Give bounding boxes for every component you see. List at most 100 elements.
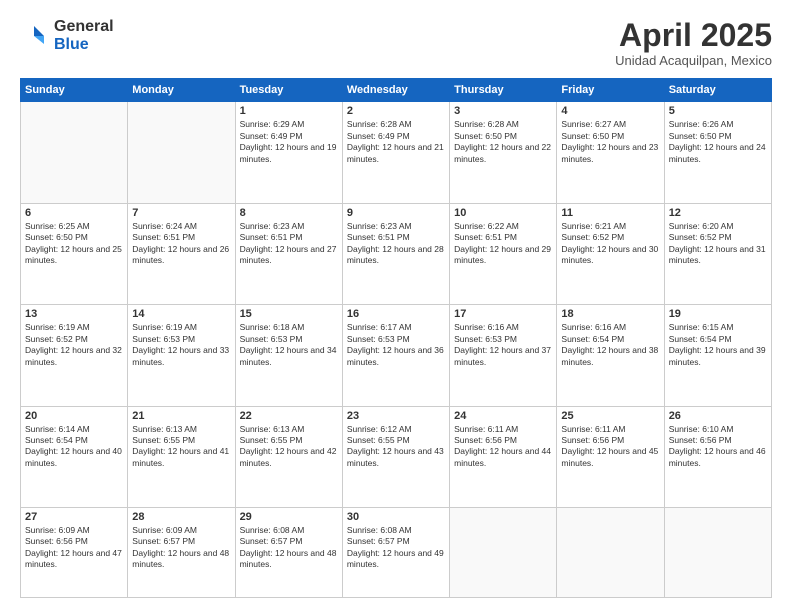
calendar-cell: 12 Sunrise: 6:20 AMSunset: 6:52 PMDayligh… [664, 203, 771, 304]
day-info: Sunrise: 6:22 AMSunset: 6:51 PMDaylight:… [454, 221, 552, 267]
calendar-cell: 16 Sunrise: 6:17 AMSunset: 6:53 PMDayligh… [342, 305, 449, 406]
day-info: Sunrise: 6:13 AMSunset: 6:55 PMDaylight:… [240, 424, 338, 470]
weekday-header: Saturday [664, 79, 771, 102]
logo-blue: Blue [54, 36, 114, 54]
day-info: Sunrise: 6:10 AMSunset: 6:56 PMDaylight:… [669, 424, 767, 470]
day-info: Sunrise: 6:11 AMSunset: 6:56 PMDaylight:… [454, 424, 552, 470]
day-info: Sunrise: 6:18 AMSunset: 6:53 PMDaylight:… [240, 322, 338, 368]
calendar-cell: 17 Sunrise: 6:16 AMSunset: 6:53 PMDayligh… [450, 305, 557, 406]
day-number: 9 [347, 207, 445, 219]
day-info: Sunrise: 6:08 AMSunset: 6:57 PMDaylight:… [347, 525, 445, 571]
day-number: 5 [669, 105, 767, 117]
day-number: 12 [669, 207, 767, 219]
calendar-cell: 25 Sunrise: 6:11 AMSunset: 6:56 PMDayligh… [557, 406, 664, 507]
page: General Blue April 2025 Unidad Acaquilpa… [0, 0, 792, 612]
day-number: 23 [347, 410, 445, 422]
calendar-cell: 2 Sunrise: 6:28 AMSunset: 6:49 PMDaylight… [342, 102, 449, 203]
day-number: 11 [561, 207, 659, 219]
header: General Blue April 2025 Unidad Acaquilpa… [20, 18, 772, 68]
calendar-cell: 6 Sunrise: 6:25 AMSunset: 6:50 PMDaylight… [21, 203, 128, 304]
main-title: April 2025 [615, 18, 772, 53]
day-info: Sunrise: 6:27 AMSunset: 6:50 PMDaylight:… [561, 119, 659, 165]
subtitle: Unidad Acaquilpan, Mexico [615, 53, 772, 68]
calendar-cell: 7Sunrise: 6:24 AMSunset: 6:51 PMDaylight… [128, 203, 235, 304]
logo-general: General [54, 18, 114, 36]
day-number: 3 [454, 105, 552, 117]
calendar-cell [664, 508, 771, 598]
day-number: 29 [240, 511, 338, 523]
calendar-cell: 4Sunrise: 6:27 AMSunset: 6:50 PMDaylight… [557, 102, 664, 203]
day-info: Sunrise: 6:28 AMSunset: 6:49 PMDaylight:… [347, 119, 445, 165]
calendar-cell: 20 Sunrise: 6:14 AMSunset: 6:54 PMDayligh… [21, 406, 128, 507]
calendar-week-row: 13Sunrise: 6:19 AMSunset: 6:52 PMDayligh… [21, 305, 772, 406]
calendar-cell: 26 Sunrise: 6:10 AMSunset: 6:56 PMDayligh… [664, 406, 771, 507]
day-number: 24 [454, 410, 552, 422]
calendar-week-row: 6 Sunrise: 6:25 AMSunset: 6:50 PMDaylight… [21, 203, 772, 304]
calendar-cell: 27Sunrise: 6:09 AMSunset: 6:56 PMDayligh… [21, 508, 128, 598]
day-info: Sunrise: 6:11 AMSunset: 6:56 PMDaylight:… [561, 424, 659, 470]
day-info: Sunrise: 6:15 AMSunset: 6:54 PMDaylight:… [669, 322, 767, 368]
day-info: Sunrise: 6:25 AMSunset: 6:50 PMDaylight:… [25, 221, 123, 267]
day-number: 2 [347, 105, 445, 117]
day-number: 22 [240, 410, 338, 422]
day-info: Sunrise: 6:29 AMSunset: 6:49 PMDaylight:… [240, 119, 338, 165]
weekday-header: Tuesday [235, 79, 342, 102]
weekday-header: Thursday [450, 79, 557, 102]
day-info: Sunrise: 6:23 AMSunset: 6:51 PMDaylight:… [347, 221, 445, 267]
day-number: 28 [132, 511, 230, 523]
day-number: 20 [25, 410, 123, 422]
day-info: Sunrise: 6:14 AMSunset: 6:54 PMDaylight:… [25, 424, 123, 470]
day-number: 1 [240, 105, 338, 117]
calendar-cell: 3Sunrise: 6:28 AMSunset: 6:50 PMDaylight… [450, 102, 557, 203]
calendar-cell: 21 Sunrise: 6:13 AMSunset: 6:55 PMDayligh… [128, 406, 235, 507]
weekday-header: Friday [557, 79, 664, 102]
calendar-cell [557, 508, 664, 598]
day-number: 14 [132, 308, 230, 320]
calendar-cell: 14Sunrise: 6:19 AMSunset: 6:53 PMDayligh… [128, 305, 235, 406]
day-info: Sunrise: 6:17 AMSunset: 6:53 PMDaylight:… [347, 322, 445, 368]
day-number: 21 [132, 410, 230, 422]
calendar-cell: 1 Sunrise: 6:29 AMSunset: 6:49 PMDaylight… [235, 102, 342, 203]
day-info: Sunrise: 6:16 AMSunset: 6:54 PMDaylight:… [561, 322, 659, 368]
day-info: Sunrise: 6:09 AMSunset: 6:56 PMDaylight:… [25, 525, 123, 571]
day-number: 6 [25, 207, 123, 219]
weekday-header: Monday [128, 79, 235, 102]
weekday-header: Wednesday [342, 79, 449, 102]
day-number: 30 [347, 511, 445, 523]
calendar-cell [21, 102, 128, 203]
calendar-week-row: 1 Sunrise: 6:29 AMSunset: 6:49 PMDaylight… [21, 102, 772, 203]
calendar-cell: 30 Sunrise: 6:08 AMSunset: 6:57 PMDayligh… [342, 508, 449, 598]
day-info: Sunrise: 6:21 AMSunset: 6:52 PMDaylight:… [561, 221, 659, 267]
logo-icon [20, 22, 48, 50]
calendar-cell: 18 Sunrise: 6:16 AMSunset: 6:54 PMDayligh… [557, 305, 664, 406]
calendar-cell: 9 Sunrise: 6:23 AMSunset: 6:51 PMDaylight… [342, 203, 449, 304]
calendar-cell: 23Sunrise: 6:12 AMSunset: 6:55 PMDayligh… [342, 406, 449, 507]
calendar-cell: 10 Sunrise: 6:22 AMSunset: 6:51 PMDayligh… [450, 203, 557, 304]
day-number: 26 [669, 410, 767, 422]
day-info: Sunrise: 6:20 AMSunset: 6:52 PMDaylight:… [669, 221, 767, 267]
calendar-cell: 11 Sunrise: 6:21 AMSunset: 6:52 PMDayligh… [557, 203, 664, 304]
day-info: Sunrise: 6:19 AMSunset: 6:52 PMDaylight:… [25, 322, 123, 368]
calendar-cell: 8 Sunrise: 6:23 AMSunset: 6:51 PMDaylight… [235, 203, 342, 304]
day-number: 10 [454, 207, 552, 219]
day-info: Sunrise: 6:16 AMSunset: 6:53 PMDaylight:… [454, 322, 552, 368]
day-info: Sunrise: 6:26 AMSunset: 6:50 PMDaylight:… [669, 119, 767, 165]
day-number: 25 [561, 410, 659, 422]
calendar-table: SundayMondayTuesdayWednesdayThursdayFrid… [20, 78, 772, 598]
day-info: Sunrise: 6:08 AMSunset: 6:57 PMDaylight:… [240, 525, 338, 571]
day-info: Sunrise: 6:23 AMSunset: 6:51 PMDaylight:… [240, 221, 338, 267]
calendar-cell: 13Sunrise: 6:19 AMSunset: 6:52 PMDayligh… [21, 305, 128, 406]
day-number: 17 [454, 308, 552, 320]
day-info: Sunrise: 6:13 AMSunset: 6:55 PMDaylight:… [132, 424, 230, 470]
calendar-week-row: 27Sunrise: 6:09 AMSunset: 6:56 PMDayligh… [21, 508, 772, 598]
day-number: 18 [561, 308, 659, 320]
title-block: April 2025 Unidad Acaquilpan, Mexico [615, 18, 772, 68]
calendar-week-row: 20 Sunrise: 6:14 AMSunset: 6:54 PMDayligh… [21, 406, 772, 507]
weekday-header: Sunday [21, 79, 128, 102]
day-number: 8 [240, 207, 338, 219]
calendar-cell: 28Sunrise: 6:09 AMSunset: 6:57 PMDayligh… [128, 508, 235, 598]
calendar-cell: 29 Sunrise: 6:08 AMSunset: 6:57 PMDayligh… [235, 508, 342, 598]
calendar-cell [128, 102, 235, 203]
day-number: 16 [347, 308, 445, 320]
day-info: Sunrise: 6:24 AMSunset: 6:51 PMDaylight:… [132, 221, 230, 267]
